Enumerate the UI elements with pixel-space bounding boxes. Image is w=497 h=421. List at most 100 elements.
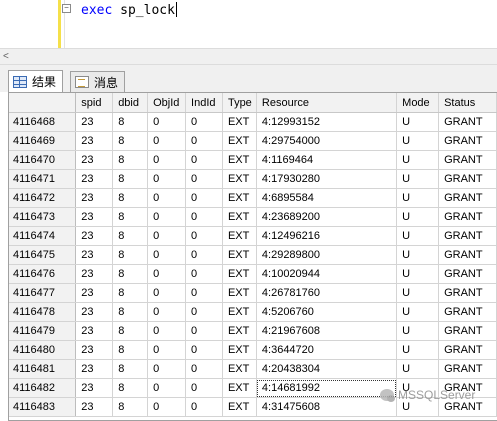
grid-cell-resource[interactable]: 4:1169464 — [256, 150, 398, 170]
grid-cell-dbid[interactable]: 8 — [112, 283, 149, 303]
grid-cell-type[interactable]: EXT — [222, 264, 257, 284]
grid-cell-dbid[interactable]: 8 — [112, 397, 149, 417]
table-row[interactable]: 4116476 23 8 0 0 EXT 4:10020944 U GRANT — [9, 264, 497, 284]
grid-cell-dbid[interactable]: 8 — [112, 302, 149, 322]
grid-cell-status[interactable]: GRANT — [438, 340, 497, 360]
grid-cell-indid[interactable]: 0 — [185, 283, 223, 303]
row-header-cell[interactable]: 4116468 — [9, 112, 77, 132]
row-header-cell[interactable]: 4116471 — [9, 169, 77, 189]
grid-cell-spid[interactable]: 23 — [75, 359, 114, 379]
grid-cell-objid[interactable]: 0 — [147, 321, 187, 341]
grid-cell-resource[interactable]: 4:10020944 — [256, 264, 398, 284]
grid-cell-status[interactable]: GRANT — [438, 245, 497, 265]
grid-cell-indid[interactable]: 0 — [185, 131, 223, 151]
grid-cell-objid[interactable]: 0 — [147, 245, 187, 265]
column-header-spid[interactable]: spid — [75, 93, 114, 113]
grid-cell-type[interactable]: EXT — [222, 397, 257, 417]
grid-cell-status[interactable]: GRANT — [438, 150, 497, 170]
grid-cell-objid[interactable]: 0 — [147, 150, 187, 170]
grid-cell-type[interactable]: EXT — [222, 321, 257, 341]
row-header-cell[interactable]: 4116478 — [9, 302, 77, 322]
grid-cell-resource[interactable]: 4:12496216 — [256, 226, 398, 246]
grid-cell-type[interactable]: EXT — [222, 150, 257, 170]
grid-cell-type[interactable]: EXT — [222, 131, 257, 151]
row-header-cell[interactable]: 4116481 — [9, 359, 77, 379]
grid-cell-spid[interactable]: 23 — [75, 245, 114, 265]
table-row[interactable]: 4116469 23 8 0 0 EXT 4:29754000 U GRANT — [9, 131, 497, 151]
row-header-cell[interactable]: 4116477 — [9, 283, 77, 303]
grid-cell-resource[interactable]: 4:14681992 — [256, 378, 398, 398]
grid-cell-mode[interactable]: U — [396, 226, 440, 246]
column-header-status[interactable]: Status — [438, 93, 497, 113]
grid-cell-status[interactable]: GRANT — [438, 207, 497, 227]
table-row[interactable]: 4116474 23 8 0 0 EXT 4:12496216 U GRANT — [9, 226, 497, 246]
grid-cell-dbid[interactable]: 8 — [112, 359, 149, 379]
grid-cell-mode[interactable]: U — [396, 302, 440, 322]
grid-cell-type[interactable]: EXT — [222, 188, 257, 208]
row-header-cell[interactable]: 4116480 — [9, 340, 77, 360]
grid-cell-type[interactable]: EXT — [222, 359, 257, 379]
grid-cell-mode[interactable]: U — [396, 150, 440, 170]
grid-corner-cell[interactable] — [9, 93, 77, 113]
grid-cell-objid[interactable]: 0 — [147, 112, 187, 132]
row-header-cell[interactable]: 4116470 — [9, 150, 77, 170]
grid-cell-spid[interactable]: 23 — [75, 283, 114, 303]
grid-cell-indid[interactable]: 0 — [185, 397, 223, 417]
grid-cell-mode[interactable]: U — [396, 131, 440, 151]
row-header-cell[interactable]: 4116469 — [9, 131, 77, 151]
grid-cell-spid[interactable]: 23 — [75, 302, 114, 322]
row-header-cell[interactable]: 4116476 — [9, 264, 77, 284]
query-editor[interactable]: − exec sp_lock — [0, 0, 497, 48]
grid-cell-status[interactable]: GRANT — [438, 283, 497, 303]
scroll-left-icon[interactable]: < — [3, 51, 9, 62]
table-row[interactable]: 4116479 23 8 0 0 EXT 4:21967608 U GRANT — [9, 321, 497, 341]
grid-cell-resource[interactable]: 4:12993152 — [256, 112, 398, 132]
grid-cell-mode[interactable]: U — [396, 112, 440, 132]
grid-cell-mode[interactable]: U — [396, 245, 440, 265]
grid-cell-type[interactable]: EXT — [222, 340, 257, 360]
grid-cell-objid[interactable]: 0 — [147, 302, 187, 322]
row-header-cell[interactable]: 4116473 — [9, 207, 77, 227]
column-header-type[interactable]: Type — [222, 93, 257, 113]
grid-cell-dbid[interactable]: 8 — [112, 131, 149, 151]
grid-cell-status[interactable]: GRANT — [438, 302, 497, 322]
grid-cell-indid[interactable]: 0 — [185, 207, 223, 227]
grid-cell-spid[interactable]: 23 — [75, 264, 114, 284]
grid-cell-type[interactable]: EXT — [222, 207, 257, 227]
grid-cell-objid[interactable]: 0 — [147, 359, 187, 379]
grid-cell-spid[interactable]: 23 — [75, 378, 114, 398]
grid-cell-resource[interactable]: 4:3644720 — [256, 340, 398, 360]
table-row[interactable]: 4116478 23 8 0 0 EXT 4:5206760 U GRANT — [9, 302, 497, 322]
grid-cell-status[interactable]: GRANT — [438, 264, 497, 284]
grid-cell-objid[interactable]: 0 — [147, 207, 187, 227]
grid-cell-dbid[interactable]: 8 — [112, 207, 149, 227]
editor-horizontal-scrollbar[interactable]: < — [0, 48, 497, 65]
grid-cell-indid[interactable]: 0 — [185, 188, 223, 208]
grid-cell-resource[interactable]: 4:5206760 — [256, 302, 398, 322]
grid-cell-resource[interactable]: 4:31475608 — [256, 397, 398, 417]
tab-messages[interactable]: 消息 — [70, 71, 126, 92]
grid-cell-dbid[interactable]: 8 — [112, 226, 149, 246]
grid-cell-mode[interactable]: U — [396, 264, 440, 284]
table-row[interactable]: 4116480 23 8 0 0 EXT 4:3644720 U GRANT — [9, 340, 497, 360]
grid-cell-spid[interactable]: 23 — [75, 112, 114, 132]
grid-cell-status[interactable]: GRANT — [438, 188, 497, 208]
grid-cell-objid[interactable]: 0 — [147, 131, 187, 151]
grid-cell-indid[interactable]: 0 — [185, 359, 223, 379]
grid-cell-objid[interactable]: 0 — [147, 188, 187, 208]
grid-cell-dbid[interactable]: 8 — [112, 150, 149, 170]
row-header-cell[interactable]: 4116474 — [9, 226, 77, 246]
grid-cell-indid[interactable]: 0 — [185, 245, 223, 265]
grid-cell-objid[interactable]: 0 — [147, 169, 187, 189]
grid-cell-spid[interactable]: 23 — [75, 150, 114, 170]
grid-cell-resource[interactable]: 4:29754000 — [256, 131, 398, 151]
query-text[interactable]: exec sp_lock — [81, 2, 177, 18]
grid-cell-objid[interactable]: 0 — [147, 226, 187, 246]
grid-cell-status[interactable]: GRANT — [438, 131, 497, 151]
table-row[interactable]: 4116470 23 8 0 0 EXT 4:1169464 U GRANT — [9, 150, 497, 170]
table-row[interactable]: 4116472 23 8 0 0 EXT 4:6895584 U GRANT — [9, 188, 497, 208]
grid-cell-objid[interactable]: 0 — [147, 283, 187, 303]
grid-cell-spid[interactable]: 23 — [75, 169, 114, 189]
row-header-cell[interactable]: 4116472 — [9, 188, 77, 208]
grid-cell-type[interactable]: EXT — [222, 378, 257, 398]
